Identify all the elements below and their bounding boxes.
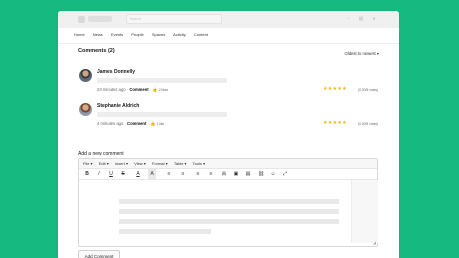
strikethrough-button[interactable]: S: [119, 169, 127, 179]
avatar[interactable]: [79, 69, 92, 82]
menu-tools[interactable]: Tools ▾: [193, 161, 205, 166]
comment-author[interactable]: James Donnelly: [97, 69, 135, 75]
menu-insert[interactable]: Insert ▾: [115, 161, 128, 166]
bold-button[interactable]: B: [83, 169, 91, 179]
avatar[interactable]: [79, 103, 92, 116]
fullscreen-icon[interactable]: ⤢: [281, 169, 289, 179]
image-icon[interactable]: ▣: [232, 169, 240, 179]
comment-meta: 4 minutes ago · Comment · 👍 1 like: [97, 121, 165, 126]
comment-text-placeholder: [97, 78, 227, 83]
indent-button[interactable]: ≡: [207, 169, 215, 179]
like-count: 2 likes: [158, 88, 169, 92]
rating-summary: (0.00/5 votes): [358, 122, 379, 126]
highlight-color-button[interactable]: A: [148, 169, 156, 179]
comments-title: Comments (2): [78, 48, 115, 54]
star-rating[interactable]: ★★★★★: [323, 86, 347, 92]
top-bar: Search ◔ ▦ ●: [58, 11, 399, 28]
add-comment-button[interactable]: Add Comment: [78, 250, 120, 258]
editor-canvas[interactable]: [79, 180, 351, 243]
menu-view[interactable]: View ▾: [134, 161, 146, 166]
menu-table[interactable]: Table ▾: [174, 161, 187, 166]
thumbs-up-icon[interactable]: 👍: [152, 87, 157, 92]
nav-item-content[interactable]: Content: [194, 32, 208, 37]
menu-edit[interactable]: Edit ▾: [99, 161, 109, 166]
nav-item-spaces[interactable]: Spaces: [152, 32, 165, 37]
add-comment-heading: Add a new comment: [78, 151, 124, 157]
bullet-list-button[interactable]: ≡: [165, 169, 173, 179]
media-icon[interactable]: ▤: [244, 169, 252, 179]
table-icon[interactable]: ⊞: [220, 169, 228, 179]
nav-item-events[interactable]: Events: [111, 32, 123, 37]
nav-divider: [58, 43, 399, 44]
brand-name-placeholder: [88, 16, 112, 22]
app-window: Search ◔ ▦ ● Home News Events People Spa…: [58, 11, 399, 258]
comment-time: 23 minutes ago: [97, 87, 126, 92]
reply-comment-link[interactable]: Comment: [129, 87, 148, 92]
main-nav: Home News Events People Spaces Activity …: [74, 32, 215, 40]
emoji-icon[interactable]: ☺: [269, 169, 277, 179]
outdent-button[interactable]: ≡: [194, 169, 202, 179]
star-rating[interactable]: ★★★★★: [323, 120, 347, 126]
editor-menubar: File ▾ Edit ▾ Insert ▾ View ▾ Format ▾ T…: [79, 159, 377, 169]
text-line-placeholder: [119, 219, 339, 224]
rating-summary: (0.00/5 votes): [358, 88, 379, 92]
link-icon[interactable]: ⛓: [257, 169, 265, 179]
menu-format[interactable]: Format ▾: [152, 161, 168, 166]
nav-item-home[interactable]: Home: [74, 32, 85, 37]
numbered-list-button[interactable]: ≡: [179, 169, 187, 179]
menu-file[interactable]: File ▾: [83, 161, 93, 166]
thumbs-up-icon[interactable]: 👍: [150, 121, 155, 126]
text-color-button[interactable]: A: [134, 169, 142, 179]
like-count: 1 like: [156, 122, 165, 126]
comment-time: 4 minutes ago: [97, 121, 124, 126]
underline-button[interactable]: U: [107, 169, 115, 179]
apps-icon[interactable]: ▦: [358, 16, 364, 22]
text-line-placeholder: [119, 229, 211, 234]
italic-button[interactable]: I: [95, 169, 103, 179]
text-line-placeholder: [119, 209, 339, 214]
comment-author[interactable]: Stephanie Aldrich: [97, 103, 139, 109]
comment-text-placeholder: [97, 112, 227, 117]
rich-text-editor[interactable]: File ▾ Edit ▾ Insert ▾ View ▾ Format ▾ T…: [78, 158, 378, 247]
resize-handle-icon[interactable]: ◢: [373, 240, 376, 245]
editor-toolbar: B I U S A A ≡ ≡ ≡ ≡ ⊞ ▣ ▤ ⛓ ☺ ⤢: [79, 169, 377, 180]
sort-dropdown[interactable]: Oldest to newest ▾: [345, 51, 379, 56]
nav-item-people[interactable]: People: [131, 32, 143, 37]
comment-meta: 23 minutes ago · Comment · 👍 2 likes: [97, 87, 169, 92]
notification-bell-icon[interactable]: ◔: [345, 16, 351, 22]
logo-icon: [78, 16, 85, 23]
search-input[interactable]: Search: [126, 14, 222, 24]
editor-right-margin: [351, 180, 378, 243]
nav-item-activity[interactable]: Activity: [173, 32, 186, 37]
nav-item-news[interactable]: News: [93, 32, 103, 37]
reply-comment-link[interactable]: Comment: [127, 121, 146, 126]
user-avatar-icon[interactable]: ●: [371, 16, 377, 22]
text-line-placeholder: [119, 199, 339, 204]
